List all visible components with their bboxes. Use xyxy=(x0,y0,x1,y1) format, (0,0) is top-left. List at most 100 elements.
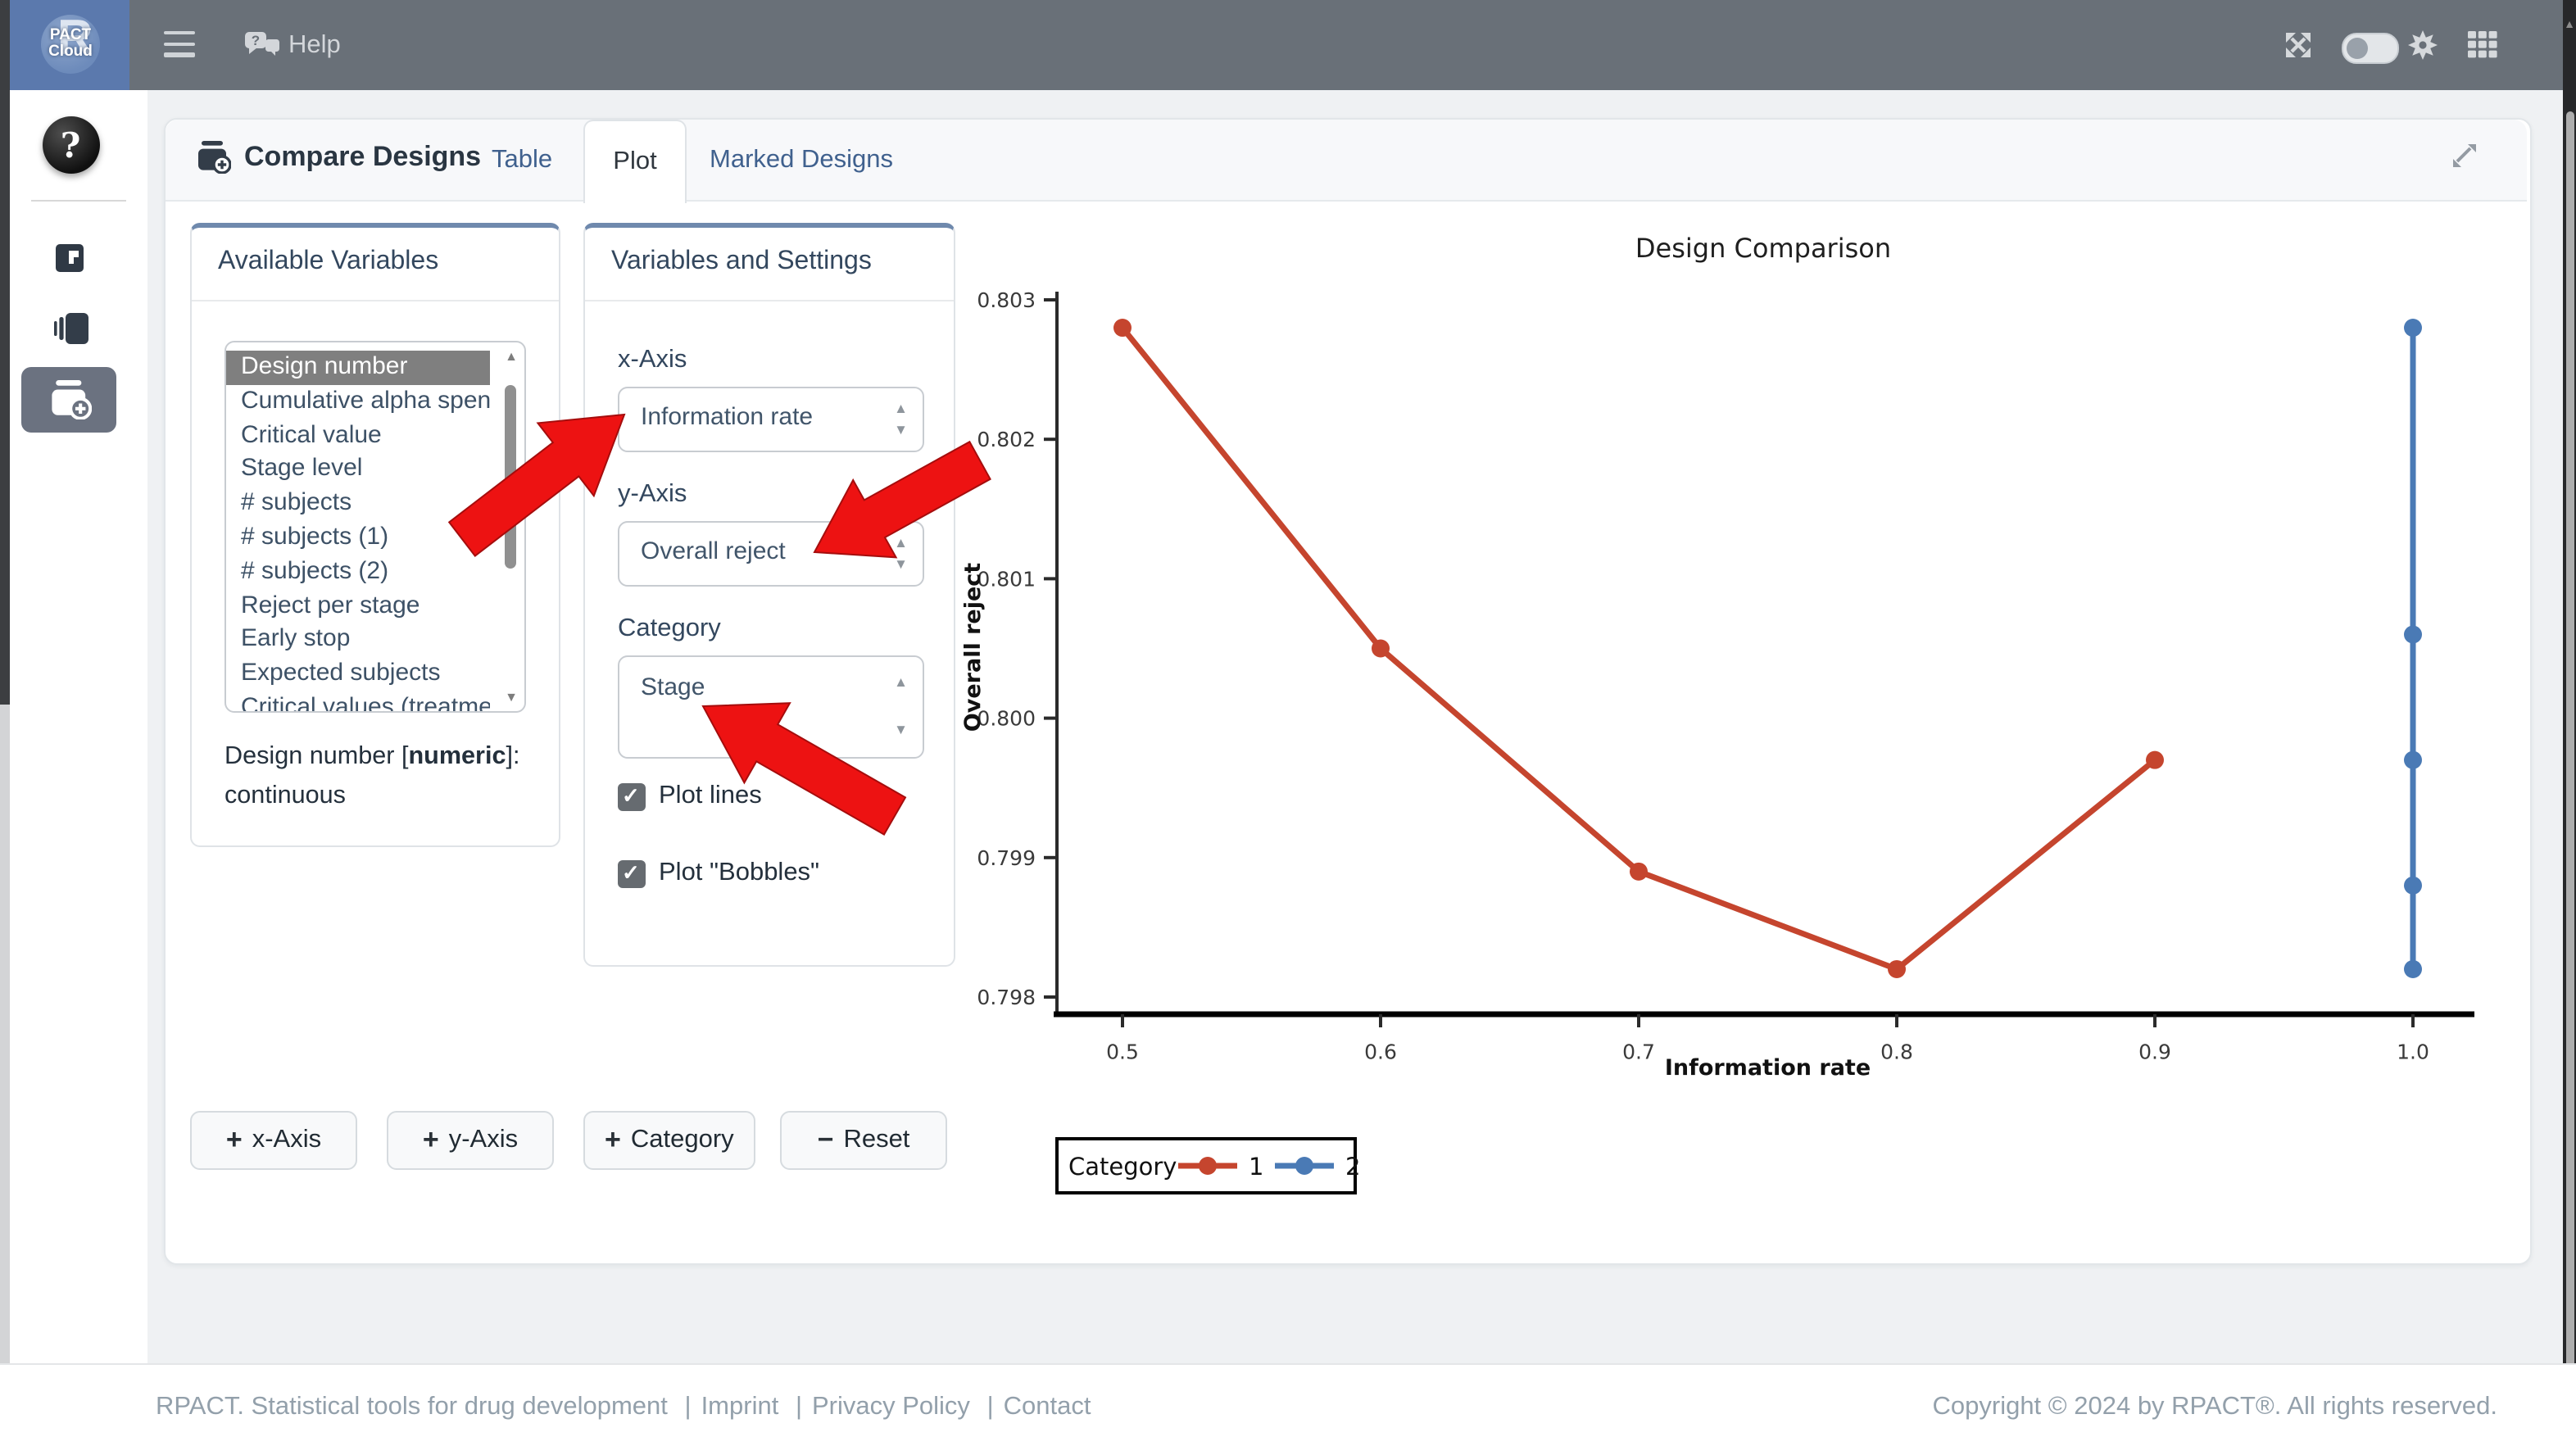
browser-scrollbar[interactable]: ▲ ▼ xyxy=(2563,0,2576,1453)
fullscreen-arrows-icon[interactable] xyxy=(2284,31,2312,59)
svg-text:Information rate: Information rate xyxy=(1665,1055,1871,1081)
expand-card-icon[interactable] xyxy=(2450,141,2478,169)
x-axis-select[interactable]: Information rate ▲ ▼ xyxy=(618,387,924,452)
variables-listbox[interactable]: Design number Cumulative alpha spend Cri… xyxy=(224,341,526,713)
plot-bobbles-checkbox[interactable] xyxy=(618,859,646,887)
panel-divider xyxy=(192,300,559,301)
grid-table-icon[interactable] xyxy=(2468,31,2499,59)
plot-lines-checkbox[interactable] xyxy=(618,782,646,810)
svg-text:Overall reject: Overall reject xyxy=(964,563,986,732)
spinner-up-icon[interactable]: ▲ xyxy=(894,675,908,690)
list-item[interactable]: # subjects (2) xyxy=(226,555,490,590)
list-item[interactable]: # subjects xyxy=(226,487,490,521)
svg-text:?: ? xyxy=(252,32,260,48)
help-label: Help xyxy=(288,31,341,61)
list-item[interactable]: Early stop xyxy=(226,623,490,658)
spinner-down-icon[interactable]: ▼ xyxy=(894,423,908,437)
plot-bobbles-row: Plot "Bobbles" xyxy=(618,859,819,888)
scroll-up-icon[interactable]: ▲ xyxy=(503,349,519,364)
tab-table[interactable]: Table xyxy=(492,120,552,200)
x-axis-label: x-Axis xyxy=(618,346,687,375)
list-item[interactable]: Critical value xyxy=(226,419,490,453)
scroll-down-icon[interactable]: ▼ xyxy=(503,690,519,705)
card-title-block: Compare Designs xyxy=(195,141,481,174)
svg-text:Design Comparison: Design Comparison xyxy=(1635,233,1891,264)
variables-settings-panel: Variables and Settings x-Axis Informatio… xyxy=(583,223,955,967)
settings-sun-icon[interactable] xyxy=(2407,29,2438,61)
svg-text:Category: Category xyxy=(1068,1153,1177,1181)
add-y-axis-button[interactable]: +y-Axis xyxy=(387,1111,554,1170)
available-variables-title: Available Variables xyxy=(218,247,438,277)
list-item[interactable]: Cumulative alpha spend xyxy=(226,385,490,419)
category-label: Category xyxy=(618,614,721,644)
tab-plot[interactable]: Plot xyxy=(583,120,687,203)
footer-brand: RPACT. Statistical tools for drug develo… xyxy=(156,1393,668,1421)
footer-copyright: Copyright © 2024 by RPACT®. All rights r… xyxy=(1933,1393,2498,1422)
svg-text:0.801: 0.801 xyxy=(977,567,1036,591)
logo-line1: PACT xyxy=(50,27,91,44)
variables-settings-title: Variables and Settings xyxy=(611,247,872,277)
reset-button[interactable]: −Reset xyxy=(780,1111,947,1170)
variable-description: Design number [numeric]: continuous xyxy=(224,737,552,814)
svg-text:0.803: 0.803 xyxy=(977,288,1036,312)
svg-text:2: 2 xyxy=(1345,1153,1360,1181)
plot-bobbles-label: Plot "Bobbles" xyxy=(659,859,819,888)
spinner-up-icon[interactable]: ▲ xyxy=(894,536,908,551)
panel-divider xyxy=(585,300,954,301)
svg-text:0.799: 0.799 xyxy=(977,846,1036,870)
sidebar-item-cards[interactable] xyxy=(54,313,88,344)
available-variables-panel: Available Variables Design number Cumula… xyxy=(190,223,560,847)
add-x-axis-button[interactable]: +x-Axis xyxy=(190,1111,357,1170)
add-category-button[interactable]: +Category xyxy=(583,1111,755,1170)
listbox-scrollbar[interactable]: ▲ ▼ xyxy=(503,349,519,705)
spinner-down-icon[interactable]: ▼ xyxy=(894,557,908,572)
svg-text:1.0: 1.0 xyxy=(2397,1040,2429,1063)
footer-link-privacy[interactable]: Privacy Policy xyxy=(812,1393,970,1421)
card-header: Compare Designs Table Plot Marked Design… xyxy=(166,120,2527,202)
left-edge-strip xyxy=(0,0,10,705)
footer-left: RPACT. Statistical tools for drug develo… xyxy=(156,1393,1091,1422)
listbox-scrollbar-thumb[interactable] xyxy=(505,385,516,569)
spinner-up-icon[interactable]: ▲ xyxy=(894,401,908,416)
design-comparison-chart: Design Comparison 0.803 0.802 0.801 0.800 0.7… xyxy=(964,213,2520,1212)
list-item[interactable]: Expected subjects xyxy=(226,657,490,691)
svg-text:0.802: 0.802 xyxy=(977,428,1036,451)
toggle-knob xyxy=(2347,37,2368,58)
sidebar-divider xyxy=(31,200,126,202)
plot-lines-row: Plot lines xyxy=(618,782,762,811)
svg-text:0.798: 0.798 xyxy=(977,986,1036,1009)
svg-text:0.7: 0.7 xyxy=(1622,1040,1655,1063)
footer-link-imprint[interactable]: Imprint xyxy=(701,1393,779,1421)
left-edge-strip-lower xyxy=(0,705,10,1453)
list-item[interactable]: Reject per stage xyxy=(226,589,490,623)
theme-toggle-switch[interactable] xyxy=(2342,33,2399,64)
menu-hamburger-icon[interactable] xyxy=(164,31,195,59)
svg-text:0.800: 0.800 xyxy=(977,707,1036,731)
tab-marked-designs[interactable]: Marked Designs xyxy=(710,120,893,200)
app-logo[interactable]: R PACT Cloud xyxy=(10,0,129,93)
pact-cloud-logo-icon: R PACT Cloud xyxy=(41,15,100,74)
left-sidebar: ? xyxy=(10,90,147,1363)
top-navbar: R PACT Cloud ? Help xyxy=(0,0,2576,90)
scroll-up-icon[interactable]: ▲ xyxy=(2563,20,2576,33)
list-item[interactable]: # subjects (1) xyxy=(226,521,490,555)
svg-text:0.8: 0.8 xyxy=(1880,1040,1913,1063)
plot-lines-label: Plot lines xyxy=(659,782,762,811)
compare-designs-icon xyxy=(195,141,231,174)
svg-text:1: 1 xyxy=(1249,1153,1263,1181)
sidebar-item-designs[interactable] xyxy=(56,244,84,272)
list-item[interactable]: Critical values (treatment effect scale) xyxy=(226,691,490,713)
logo-line2: Cloud xyxy=(48,44,93,61)
y-axis-select[interactable]: Overall reject ▲ ▼ xyxy=(618,521,924,587)
list-item[interactable]: Stage level xyxy=(226,453,490,487)
list-item[interactable]: Design number xyxy=(226,351,490,385)
spinner-down-icon[interactable]: ▼ xyxy=(894,723,908,737)
help-button[interactable]: ? Help xyxy=(244,28,341,64)
footer-link-contact[interactable]: Contact xyxy=(1004,1393,1091,1421)
category-select[interactable]: Stage ▲ ▼ xyxy=(618,655,924,759)
svg-text:0.6: 0.6 xyxy=(1364,1040,1397,1063)
sidebar-item-compare-designs[interactable] xyxy=(21,367,116,433)
scrollbar-thumb[interactable] xyxy=(2565,111,2574,1393)
question-avatar-icon[interactable]: ? xyxy=(42,116,99,174)
svg-text:0.5: 0.5 xyxy=(1106,1040,1139,1063)
